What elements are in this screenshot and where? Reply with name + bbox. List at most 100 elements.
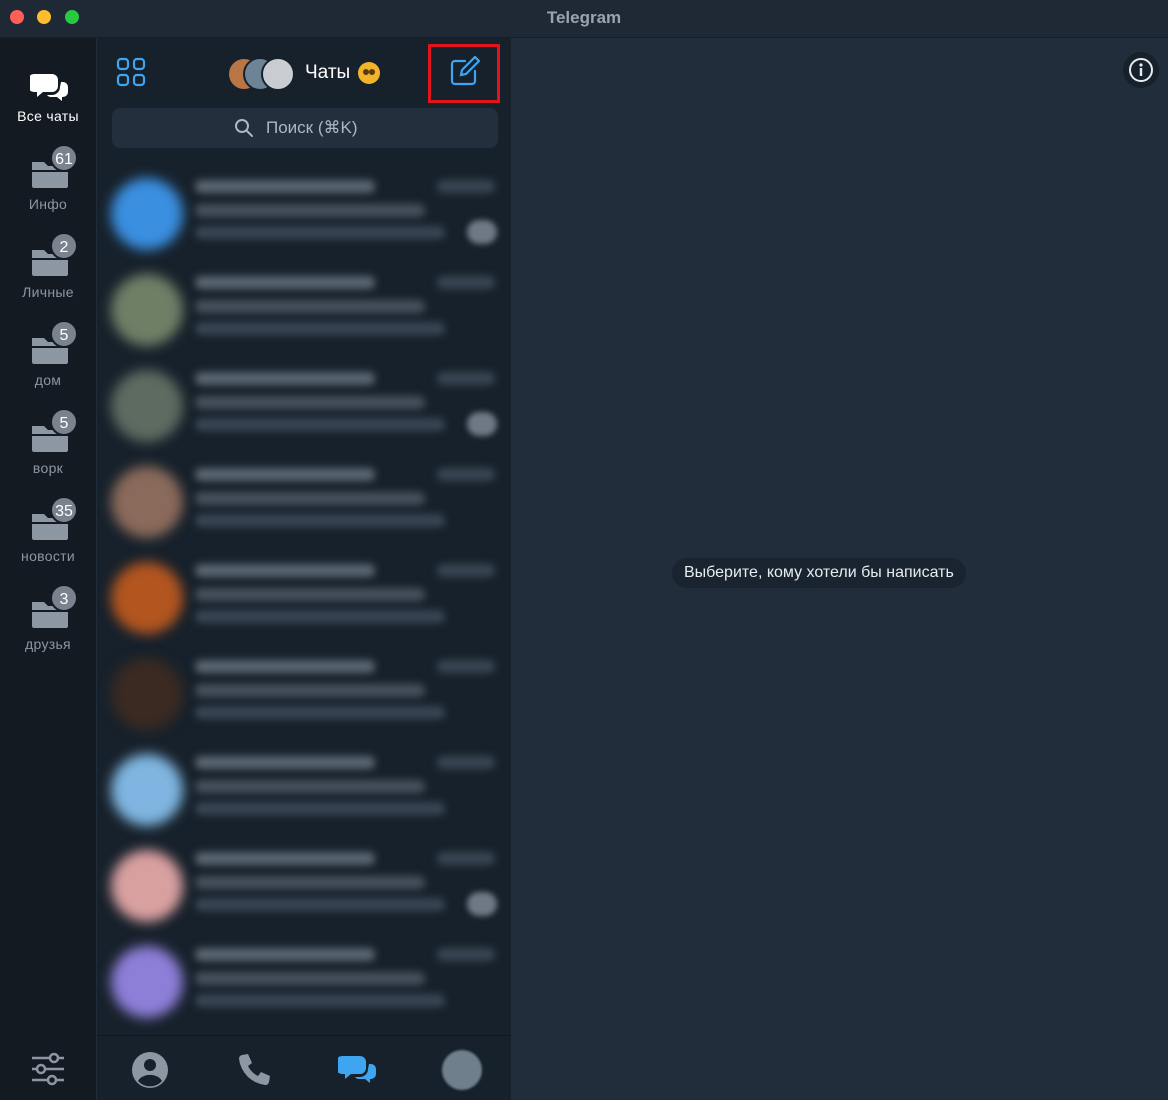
chat-avatar xyxy=(111,850,183,922)
chat-avatar xyxy=(111,370,183,442)
chat-list-header: Чаты xyxy=(97,38,511,160)
search-bar[interactable] xyxy=(112,108,498,148)
blurred-text xyxy=(195,876,425,889)
folder-label: дом xyxy=(34,372,62,388)
blurred-text xyxy=(437,276,495,289)
chat-avatar xyxy=(111,946,183,1018)
blurred-text xyxy=(195,588,425,601)
blurred-text xyxy=(195,396,425,409)
blurred-text xyxy=(195,660,375,673)
chat-list-item[interactable] xyxy=(97,648,511,744)
unread-count-badge xyxy=(467,220,497,244)
blurred-text xyxy=(437,564,495,577)
blurred-text xyxy=(195,780,425,793)
profile-avatar[interactable] xyxy=(442,1050,482,1090)
folders-sidebar: Все чаты 61 Инфо 2 Личные 5 дом 5 ворк 3… xyxy=(0,38,96,1100)
blurred-text xyxy=(195,204,425,217)
blurred-text xyxy=(195,322,445,335)
chat-avatar xyxy=(111,466,183,538)
blurred-text xyxy=(195,684,425,697)
sliders-icon xyxy=(32,1052,64,1086)
folder-news[interactable]: 35 новости xyxy=(0,492,96,580)
chats-icon[interactable] xyxy=(338,1050,378,1090)
blurred-text xyxy=(195,898,445,911)
blurred-text xyxy=(195,756,375,769)
blurred-text xyxy=(437,660,495,673)
folder-home[interactable]: 5 дом xyxy=(0,316,96,404)
folder-label: новости xyxy=(21,548,75,564)
bottom-tab-bar xyxy=(97,1035,511,1100)
window-title: Telegram xyxy=(546,8,622,27)
chat-list-item[interactable] xyxy=(97,168,511,264)
grid-icon[interactable] xyxy=(115,56,147,88)
story-avatar xyxy=(261,57,295,91)
chat-list-item[interactable] xyxy=(97,552,511,648)
compose-icon[interactable] xyxy=(448,56,480,88)
blurred-text xyxy=(195,276,375,289)
unread-badge: 35 xyxy=(50,496,78,524)
info-icon xyxy=(1129,58,1153,82)
blurred-text xyxy=(195,852,375,865)
chats-title-area[interactable]: Чаты xyxy=(227,56,381,91)
blurred-text xyxy=(195,468,375,481)
blurred-text xyxy=(195,564,375,577)
empty-state-message: Выберите, кому хотели бы написать xyxy=(672,558,966,588)
unread-badge: 3 xyxy=(50,584,78,612)
info-button[interactable] xyxy=(1123,52,1159,88)
folder-work[interactable]: 5 ворк xyxy=(0,404,96,492)
blurred-text xyxy=(195,492,425,505)
folder-label: Инфо xyxy=(28,196,68,212)
folder-label: ворк xyxy=(32,460,64,476)
blurred-text xyxy=(195,180,375,193)
unread-badge: 5 xyxy=(50,320,78,348)
blurred-text xyxy=(437,180,495,193)
blurred-text xyxy=(437,948,495,961)
folder-settings-button[interactable] xyxy=(0,1036,96,1100)
chat-list-item[interactable] xyxy=(97,360,511,456)
chat-list-item[interactable] xyxy=(97,936,511,1032)
unread-badge: 2 xyxy=(50,232,78,260)
chat-avatar xyxy=(111,658,183,730)
page-title: Чаты xyxy=(305,62,351,83)
unread-badge: 5 xyxy=(50,408,78,436)
telegram-window: Telegram Все чаты 61 Инфо 2 Личные 5 дом… xyxy=(0,0,1168,1100)
folder-all-chats[interactable]: Все чаты xyxy=(0,52,96,140)
chat-avatar xyxy=(111,274,183,346)
folder-info[interactable]: 61 Инфо xyxy=(0,140,96,228)
blurred-text xyxy=(195,514,445,527)
unread-count-badge xyxy=(467,412,497,436)
chat-list-panel: Чаты xyxy=(97,38,511,1100)
folder-label: друзья xyxy=(25,636,71,652)
blurred-text xyxy=(195,706,445,719)
folder-friends[interactable]: 3 друзья xyxy=(0,580,96,668)
contacts-icon[interactable] xyxy=(130,1050,170,1090)
chats-bubbles-icon xyxy=(30,74,68,101)
stories-avatars[interactable] xyxy=(227,56,295,91)
blurred-text xyxy=(437,852,495,865)
chat-list-item[interactable] xyxy=(97,840,511,936)
blurred-text xyxy=(195,610,445,623)
chat-avatar xyxy=(111,754,183,826)
blurred-text xyxy=(195,972,425,985)
blurred-text xyxy=(437,756,495,769)
chat-list-item[interactable] xyxy=(97,456,511,552)
emoji-status-icon[interactable] xyxy=(358,62,381,84)
search-input[interactable] xyxy=(266,118,376,138)
blurred-text xyxy=(195,948,375,961)
search-icon xyxy=(235,119,253,137)
chat-list-item[interactable] xyxy=(97,744,511,840)
blurred-text xyxy=(195,802,445,815)
blurred-text xyxy=(195,994,445,1007)
folder-label: Все чаты xyxy=(17,108,79,124)
chat-list-item[interactable] xyxy=(97,264,511,360)
blurred-text xyxy=(195,418,445,431)
chat-avatar xyxy=(111,178,183,250)
phone-icon[interactable] xyxy=(234,1050,274,1090)
blurred-text xyxy=(437,468,495,481)
title-bar: Telegram xyxy=(0,0,1168,38)
blurred-text xyxy=(437,372,495,385)
folder-label: Личные xyxy=(22,284,74,300)
blurred-text xyxy=(195,372,375,385)
folder-personal[interactable]: 2 Личные xyxy=(0,228,96,316)
chat-list xyxy=(97,160,511,1035)
